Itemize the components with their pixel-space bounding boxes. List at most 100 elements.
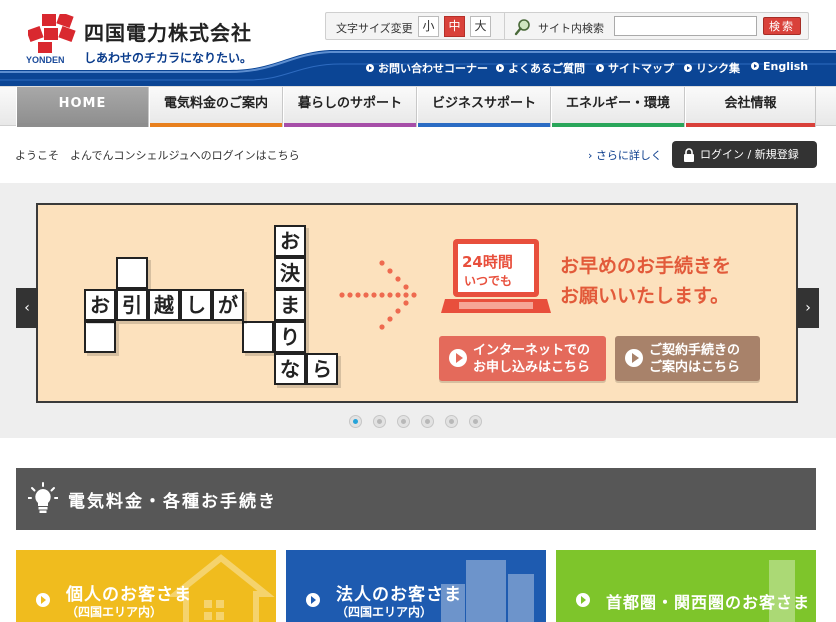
nav-item-rates[interactable]: 電気料金のご案内	[149, 87, 283, 127]
carousel-dot[interactable]	[421, 415, 434, 428]
carousel-dot[interactable]	[349, 415, 362, 428]
font-size-medium-button[interactable]: 中	[444, 16, 465, 37]
card-subtitle: （四国エリア内）	[336, 605, 433, 619]
nav-item-company[interactable]: 会社情報	[685, 87, 816, 127]
business-customers-card[interactable]: 法人のお客さま （四国エリア内）	[286, 550, 546, 622]
metro-customers-card[interactable]: 首都圏・関西圏のお客さま	[556, 550, 816, 622]
nav-item-label: 会社情報	[724, 96, 777, 111]
nav-item-home[interactable]: HOME	[16, 87, 149, 127]
nav-item-business-support[interactable]: ビジネスサポート	[417, 87, 551, 127]
contract-guide-button[interactable]: ご契約手続きの ご案内はこちら	[615, 336, 760, 381]
bullet-arrow-icon	[366, 64, 374, 72]
faq-link[interactable]: よくあるご質問	[496, 60, 585, 76]
puzzle-cell: な	[274, 353, 306, 385]
header-tools: 文字サイズ変更 小 中 大 サイト内検索 検索	[325, 12, 809, 40]
font-size-small-button[interactable]: 小	[418, 16, 439, 37]
dotted-arrow-icon	[339, 260, 417, 330]
company-logo[interactable]: 四国電力株式会社 YONDEN しあわせのチカラになりたい。	[26, 14, 276, 70]
badge-anytime: いつでも	[464, 274, 513, 288]
login-register-button[interactable]: ログイン / 新規登録	[672, 141, 817, 168]
nav-item-label: エネルギー・環境	[565, 96, 670, 111]
arrow-right-icon	[576, 593, 590, 607]
badge-24h: 24時間	[462, 253, 513, 271]
search-input[interactable]	[614, 16, 757, 36]
play-arrow-icon	[625, 349, 643, 367]
puzzle-cell: 引	[116, 289, 148, 321]
arrow-right-icon	[306, 593, 320, 607]
cta-internet-line1: インターネットでの	[473, 343, 591, 358]
puzzle-cell: し	[180, 289, 212, 321]
nav-item-energy[interactable]: エネルギー・環境	[551, 87, 685, 127]
login-button-label: ログイン / 新規登録	[700, 148, 799, 161]
sitemap-link[interactable]: サイトマップ	[596, 60, 674, 76]
yonden-mark-icon	[28, 14, 76, 53]
links-link[interactable]: リンク集	[684, 60, 740, 76]
sitemap-link-label: サイトマップ	[608, 62, 674, 75]
search-label: サイト内検索	[538, 22, 604, 35]
section-title: 電気料金・各種お手続き	[68, 492, 277, 512]
card-title: 法人のお客さま	[336, 585, 462, 605]
puzzle-cell: が	[212, 289, 244, 321]
nav-item-label: HOME	[58, 96, 107, 111]
lock-icon	[684, 148, 694, 162]
bullet-arrow-icon	[596, 64, 604, 72]
font-size-label: 文字サイズ変更	[336, 22, 413, 35]
internet-application-button[interactable]: インターネットでの お申し込みはこちら	[439, 336, 606, 381]
hero-message-line2: お願いいたします。	[560, 285, 730, 307]
english-link[interactable]: English	[751, 60, 808, 73]
welcome-bar: ようこそ よんでんコンシェルジュへのログインはこちら › さらに詳しく ログイン…	[0, 127, 836, 183]
cta-contract-line1: ご契約手続きの	[649, 343, 741, 358]
puzzle-empty-cell	[116, 257, 148, 289]
puzzle-cell: ら	[306, 353, 338, 385]
more-details-label: さらに詳しく	[595, 149, 662, 162]
links-link-label: リンク集	[696, 62, 740, 75]
carousel-next-button[interactable]: ›	[797, 288, 819, 328]
nav-item-label: 電気料金のご案内	[163, 96, 268, 111]
contact-link-label: お問い合わせコーナー	[378, 62, 488, 75]
card-title: 首都圏・関西圏のお客さま	[606, 593, 811, 612]
bullet-arrow-icon	[751, 62, 759, 70]
hero-banner[interactable]: お 引 越 し が お 決 ま り な ら 24時間 いつでも お早めのお手続き…	[36, 203, 798, 403]
carousel-dot[interactable]	[469, 415, 482, 428]
puzzle-cell: お	[84, 289, 116, 321]
search-button[interactable]: 検索	[763, 17, 801, 35]
carousel-dot[interactable]	[445, 415, 458, 428]
nav-item-label: 暮らしのサポート	[297, 96, 402, 111]
more-details-link[interactable]: › さらに詳しく	[588, 147, 662, 163]
cta-contract-line2: ご案内はこちら	[649, 360, 741, 375]
puzzle-cell: ま	[274, 289, 306, 321]
global-nav: HOME 電気料金のご案内 暮らしのサポート ビジネスサポート エネルギー・環境…	[0, 86, 836, 127]
puzzle-empty-cell	[242, 321, 274, 353]
card-subtitle: （四国エリア内）	[66, 605, 163, 619]
carousel-prev-button[interactable]: ‹	[16, 288, 38, 328]
tools-divider	[504, 13, 505, 39]
carousel-dot[interactable]	[397, 415, 410, 428]
puzzle-empty-cell	[84, 321, 116, 353]
contact-link[interactable]: お問い合わせコーナー	[366, 60, 488, 76]
hero-message: お早めのお手続きを お願いいたします。	[560, 251, 731, 311]
lightbulb-icon	[28, 482, 58, 513]
font-size-large-button[interactable]: 大	[470, 16, 491, 37]
puzzle-cell: り	[274, 321, 306, 353]
chevron-right-icon: ›	[588, 149, 596, 162]
tagline: しあわせのチカラになりたい。	[84, 51, 253, 65]
puzzle-cell: お	[274, 225, 306, 257]
welcome-text: ようこそ よんでんコンシェルジュへのログインはこちら	[15, 149, 300, 162]
hero-message-line1: お早めのお手続きを	[560, 255, 732, 277]
carousel-dot[interactable]	[373, 415, 386, 428]
puzzle-cell: 決	[274, 257, 306, 289]
bullet-arrow-icon	[496, 64, 504, 72]
bullet-arrow-icon	[684, 64, 692, 72]
play-arrow-icon	[449, 349, 467, 367]
company-name: 四国電力株式会社	[84, 21, 252, 45]
section-header: 電気料金・各種お手続き	[16, 468, 816, 530]
search-icon	[514, 19, 530, 36]
brand-text: YONDEN	[26, 55, 65, 65]
english-link-label: English	[763, 60, 809, 73]
puzzle-cell: 越	[148, 289, 180, 321]
faq-link-label: よくあるご質問	[508, 62, 585, 75]
nav-item-living-support[interactable]: 暮らしのサポート	[283, 87, 417, 127]
cta-internet-line2: お申し込みはこちら	[473, 360, 591, 375]
personal-customers-card[interactable]: 個人のお客さま （四国エリア内）	[16, 550, 276, 622]
card-title: 個人のお客さま	[66, 585, 192, 605]
